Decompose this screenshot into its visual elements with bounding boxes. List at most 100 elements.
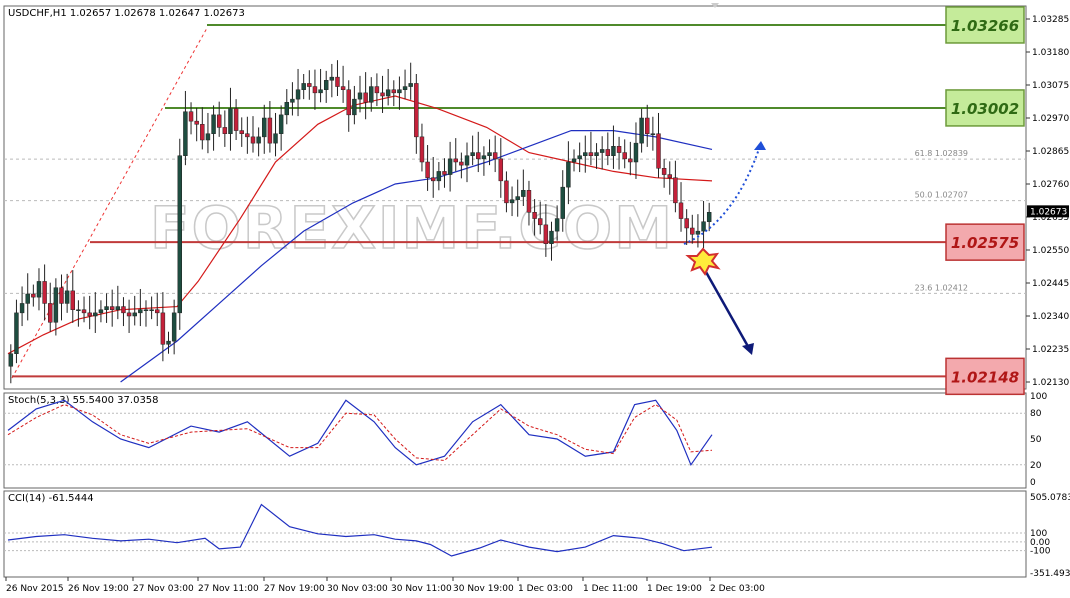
candle-body bbox=[59, 287, 64, 304]
candle-body bbox=[447, 158, 453, 175]
forex-chart: 61.8 1.02839 50.0 1.02707 23.6 1.02412 FOR… bbox=[0, 0, 1070, 598]
candle-body bbox=[301, 83, 306, 90]
candle-body bbox=[611, 146, 616, 156]
candle-body bbox=[402, 86, 408, 90]
time-tick-label: 30 Nov 19:00 bbox=[453, 584, 514, 594]
candle-body bbox=[408, 83, 413, 87]
candle-body bbox=[278, 114, 284, 134]
price-tick-label: 1.02760 bbox=[1032, 180, 1069, 190]
candle-body bbox=[87, 312, 92, 317]
candle-body bbox=[363, 92, 368, 103]
candle-body bbox=[273, 133, 278, 144]
candle-body bbox=[149, 309, 154, 311]
cci-level-label: -351.4939 bbox=[1030, 569, 1070, 579]
candle-body bbox=[352, 98, 357, 116]
candle-body bbox=[211, 114, 216, 134]
candle-body bbox=[335, 76, 340, 87]
stoch-level-label: 100 bbox=[1030, 392, 1047, 402]
stoch-level-label: 0 bbox=[1030, 478, 1036, 488]
candle-body bbox=[245, 133, 250, 138]
candle-body bbox=[121, 306, 126, 314]
time-tick-label: 1 Dec 19:00 bbox=[647, 584, 702, 594]
cci-level-label: -100 bbox=[1030, 547, 1051, 557]
candle-body bbox=[188, 111, 194, 122]
candle-body bbox=[661, 168, 667, 175]
candle-body bbox=[701, 221, 706, 232]
candle-body bbox=[690, 227, 695, 235]
candle-body bbox=[48, 303, 53, 323]
level-label: 1.02148 bbox=[951, 368, 1019, 386]
candle-body bbox=[323, 80, 329, 90]
candle-body bbox=[8, 353, 14, 367]
time-tick-label: 1 Dec 03:00 bbox=[518, 584, 573, 594]
candle-body bbox=[216, 114, 222, 128]
candle-body bbox=[459, 161, 464, 166]
candle-body bbox=[155, 309, 160, 314]
candle-body bbox=[256, 136, 261, 144]
candle-body bbox=[104, 306, 109, 310]
candle-body bbox=[599, 149, 605, 153]
candle-body bbox=[419, 136, 425, 163]
candle-body bbox=[487, 152, 492, 156]
candle-body bbox=[430, 177, 436, 182]
candle-body bbox=[391, 89, 397, 94]
price-tick-label: 1.03180 bbox=[1032, 48, 1069, 58]
candle-body bbox=[357, 92, 363, 100]
candle-body bbox=[329, 76, 335, 81]
candle-body bbox=[577, 155, 582, 160]
candle-body bbox=[633, 142, 639, 163]
candle-body bbox=[385, 89, 391, 97]
candle-body bbox=[414, 83, 419, 138]
candle-body bbox=[205, 133, 211, 141]
candle-body bbox=[678, 202, 684, 219]
candle-body bbox=[509, 199, 515, 204]
candle-body bbox=[369, 86, 374, 103]
candle-body bbox=[515, 196, 520, 200]
candle-body bbox=[81, 309, 87, 314]
candle-body bbox=[115, 306, 121, 310]
candle-body bbox=[14, 312, 19, 354]
candle-body bbox=[374, 86, 380, 94]
candle-body bbox=[504, 180, 509, 204]
stoch-level-label: 50 bbox=[1030, 435, 1042, 445]
candle-body bbox=[526, 190, 532, 213]
candle-body bbox=[318, 89, 323, 94]
stoch-level-label: 80 bbox=[1030, 409, 1042, 419]
candle-body bbox=[695, 230, 701, 235]
candle-body bbox=[588, 152, 594, 156]
candle-body bbox=[492, 152, 498, 160]
price-tick-label: 1.02340 bbox=[1032, 312, 1069, 322]
time-tick-label: 27 Nov 19:00 bbox=[264, 584, 325, 594]
time-tick-label: 27 Nov 11:00 bbox=[198, 584, 259, 594]
price-tick-label: 1.02235 bbox=[1032, 345, 1069, 355]
time-tick-label: 30 Nov 11:00 bbox=[391, 584, 452, 594]
time-tick-label: 26 Nov 19:00 bbox=[68, 584, 129, 594]
candle-body bbox=[132, 312, 137, 317]
price-tick-label: 1.03075 bbox=[1032, 81, 1069, 91]
candle-body bbox=[267, 117, 273, 144]
candle-body bbox=[126, 312, 132, 317]
candle-body bbox=[453, 158, 458, 163]
candle-body bbox=[138, 309, 143, 314]
candle-body bbox=[284, 102, 290, 116]
candle-body bbox=[532, 212, 537, 219]
candle-body bbox=[239, 130, 244, 134]
candle-body bbox=[160, 312, 166, 345]
chart-header: USDCHF,H1 1.02657 1.02678 1.02647 1.0267… bbox=[8, 8, 245, 19]
candle-body bbox=[498, 158, 504, 182]
level-label: 1.03266 bbox=[951, 17, 1019, 35]
candle-body bbox=[19, 303, 25, 314]
candle-body bbox=[98, 309, 104, 314]
level-label: 1.03002 bbox=[951, 100, 1019, 118]
candle-body bbox=[307, 83, 312, 87]
time-tick-label: 26 Nov 2015 bbox=[6, 584, 64, 594]
price-tick-label: 1.02445 bbox=[1032, 279, 1069, 289]
candle-body bbox=[228, 108, 233, 134]
current-price-label: 1.02673 bbox=[1030, 207, 1067, 217]
candle-body bbox=[380, 92, 385, 97]
candle-body bbox=[171, 312, 177, 342]
candle-body bbox=[233, 108, 239, 131]
price-tick-label: 1.02865 bbox=[1032, 147, 1069, 157]
candle-body bbox=[464, 155, 470, 166]
candle-body bbox=[566, 161, 571, 188]
